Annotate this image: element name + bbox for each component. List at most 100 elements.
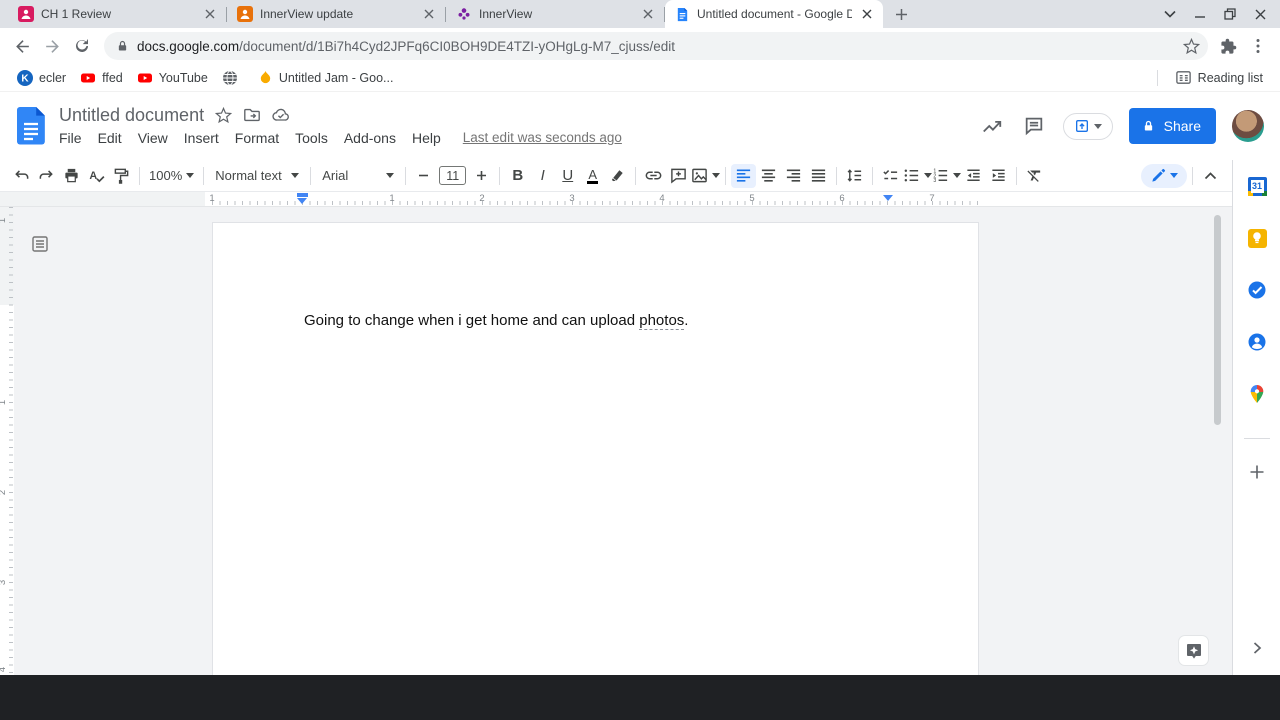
redo-button[interactable] [34,164,59,188]
bookmark-ffed[interactable]: ffed [73,67,130,89]
italic-button[interactable]: I [530,164,555,188]
address-bar[interactable]: docs.google.com/document/d/1Bi7h4Cyd2JPF… [104,32,1208,60]
collapse-toolbar-button[interactable] [1198,164,1223,188]
document-page[interactable]: Going to change when i get home and can … [212,222,979,675]
explore-button[interactable] [1178,635,1209,666]
bookmark-ecler[interactable]: K ecler [10,67,73,89]
bookmark-untitled-jam[interactable]: Untitled Jam - Goo... [251,67,401,88]
present-button[interactable] [1063,113,1113,140]
lock-icon[interactable] [116,39,129,53]
back-button[interactable] [8,32,36,60]
bold-button[interactable]: B [505,164,530,188]
underline-button[interactable]: U [555,164,580,188]
menu-tools[interactable]: Tools [287,128,336,148]
tab-innerview[interactable]: InnerView [446,0,664,28]
paint-format-button[interactable] [109,164,134,188]
user-avatar[interactable] [1232,110,1264,142]
extensions-icon[interactable] [1214,32,1242,60]
align-justify-button[interactable] [806,164,831,188]
calendar-icon[interactable]: 31 [1247,176,1267,196]
decrease-indent-button[interactable] [961,164,986,188]
align-right-button[interactable] [781,164,806,188]
browser-menu-icon[interactable] [1244,32,1272,60]
spellcheck-button[interactable]: A [84,164,109,188]
misspelled-word[interactable]: photos [639,312,684,330]
undo-button[interactable] [9,164,34,188]
bookmark-globe[interactable] [215,67,251,89]
text-color-button[interactable]: A [580,164,605,188]
menu-edit[interactable]: Edit [90,128,130,148]
vertical-ruler[interactable]: 1 1 2 3 4 [0,207,14,675]
tab-search-chevron-icon[interactable] [1162,6,1178,22]
close-window-button[interactable] [1252,6,1268,22]
menu-addons[interactable]: Add-ons [336,128,404,148]
document-text[interactable]: Going to change when i get home and can … [304,312,688,329]
bulleted-list-button[interactable] [903,164,932,188]
tab-close-icon[interactable] [421,6,437,22]
align-center-button[interactable] [756,164,781,188]
paragraph-style-select[interactable]: Normal text [209,164,305,188]
numbered-list-button[interactable]: 123 [932,164,961,188]
last-edit-link[interactable]: Last edit was seconds ago [463,130,622,145]
document-outline-button[interactable] [29,233,51,255]
tab-close-icon[interactable] [640,6,656,22]
left-indent-marker[interactable] [297,198,307,204]
checklist-button[interactable] [878,164,903,188]
insert-link-button[interactable] [641,164,666,188]
document-scrollbar[interactable] [1214,215,1221,425]
first-line-indent-marker[interactable] [297,193,308,197]
highlight-color-button[interactable] [605,164,630,188]
clear-formatting-button[interactable] [1022,164,1047,188]
keep-icon[interactable] [1247,228,1267,248]
menu-format[interactable]: Format [227,128,287,148]
tasks-icon[interactable] [1247,280,1267,300]
insert-image-button[interactable] [691,164,720,188]
bookmark-star-icon[interactable] [1178,33,1204,59]
align-left-button[interactable] [731,164,756,188]
tab-close-icon[interactable] [859,6,875,22]
forward-button[interactable] [38,32,66,60]
maps-icon[interactable] [1247,384,1267,404]
decrease-font-size-button[interactable] [411,164,436,188]
increase-font-size-button[interactable] [469,164,494,188]
share-button[interactable]: Share [1129,108,1216,144]
document-title[interactable]: Untitled document [59,105,204,126]
tab-google-docs-active[interactable]: Untitled document - Google Docs [665,0,883,28]
minimize-button[interactable] [1192,6,1208,22]
ruler-number: 3 [569,193,574,204]
reload-button[interactable] [68,32,96,60]
add-comment-button[interactable] [666,164,691,188]
restore-button[interactable] [1222,6,1238,22]
reading-list-label: Reading list [1198,71,1263,85]
right-indent-marker[interactable] [883,195,893,201]
get-addons-button[interactable] [1247,462,1267,482]
reading-list-button[interactable]: Reading list [1168,66,1270,89]
activity-trending-icon[interactable] [979,113,1005,139]
cloud-saved-icon[interactable] [271,105,291,125]
font-select[interactable]: Arial [316,164,400,188]
tab-innerview-update[interactable]: InnerView update [227,0,445,28]
new-tab-button[interactable] [889,2,913,26]
menu-help[interactable]: Help [404,128,449,148]
dropdown-caret [953,173,961,178]
print-button[interactable] [59,164,84,188]
increase-indent-button[interactable] [986,164,1011,188]
tab-ch1-review[interactable]: CH 1 Review [8,0,226,28]
menu-file[interactable]: File [59,128,90,148]
menu-insert[interactable]: Insert [176,128,227,148]
horizontal-ruler[interactable]: 1 1 2 3 4 5 6 7 [0,192,1232,207]
tab-close-icon[interactable] [202,6,218,22]
menu-view[interactable]: View [130,128,176,148]
docs-toolbar: A 100% Normal text Arial 11 B I U A 123 [0,160,1232,192]
line-spacing-button[interactable] [842,164,867,188]
bookmark-youtube[interactable]: YouTube [130,67,215,89]
font-size-input[interactable]: 11 [439,166,466,185]
zoom-select[interactable]: 100% [145,164,198,188]
hide-side-panel-chevron-icon[interactable] [1247,638,1267,658]
comment-history-icon[interactable] [1021,113,1047,139]
move-folder-icon[interactable] [242,105,262,125]
contacts-icon[interactable] [1247,332,1267,352]
star-document-icon[interactable] [213,105,233,125]
editing-mode-button[interactable] [1141,164,1187,188]
google-docs-logo[interactable] [17,107,46,146]
